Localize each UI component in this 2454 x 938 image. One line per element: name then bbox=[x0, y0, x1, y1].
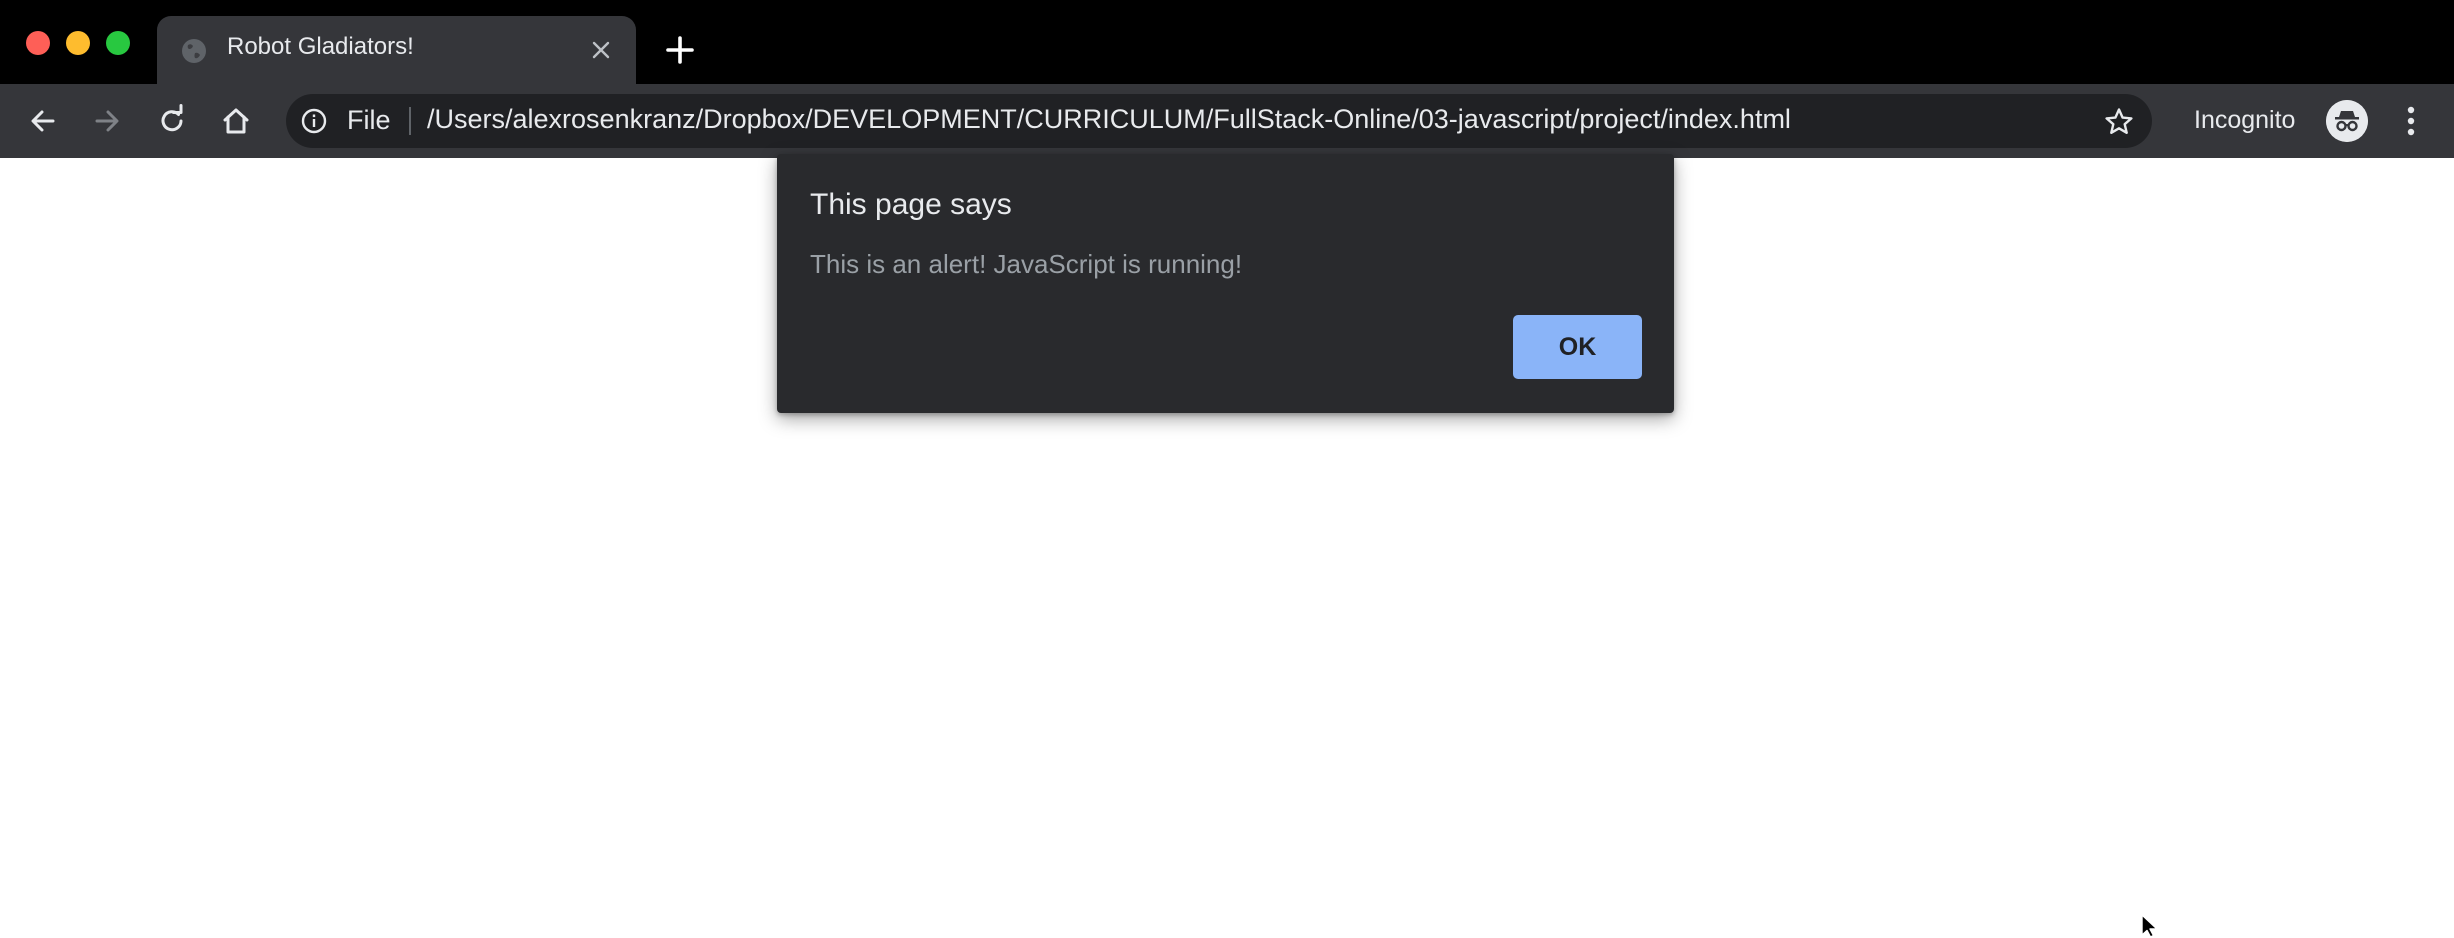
back-arrow-icon[interactable] bbox=[25, 103, 61, 139]
active-tab[interactable]: Robot Gladiators! bbox=[157, 16, 636, 84]
ok-button[interactable]: OK bbox=[1513, 315, 1642, 379]
close-window-button[interactable] bbox=[26, 31, 50, 55]
home-icon[interactable] bbox=[218, 103, 254, 139]
star-icon[interactable] bbox=[2103, 106, 2135, 138]
toolbar: File /Users/alexrosenkranz/Dropbox/DEVEL… bbox=[0, 84, 2454, 158]
scheme-label: File bbox=[347, 105, 391, 135]
incognito-icon[interactable] bbox=[2326, 100, 2368, 142]
close-icon[interactable] bbox=[589, 38, 613, 62]
minimize-window-button[interactable] bbox=[66, 31, 90, 55]
dialog-title: This page says bbox=[810, 188, 1012, 221]
globe-icon bbox=[182, 39, 206, 63]
browser-window: Robot Gladiators! File /Users/alexrosenk… bbox=[0, 0, 2454, 938]
reload-icon[interactable] bbox=[154, 103, 190, 139]
url-text[interactable]: /Users/alexrosenkranz/Dropbox/DEVELOPMEN… bbox=[427, 104, 1791, 135]
incognito-label[interactable]: Incognito bbox=[2194, 106, 2295, 135]
dialog-message: This is an alert! JavaScript is running! bbox=[810, 249, 1243, 279]
maximize-window-button[interactable] bbox=[106, 31, 130, 55]
forward-arrow-icon[interactable] bbox=[89, 103, 125, 139]
tab-strip: Robot Gladiators! bbox=[0, 0, 2454, 84]
plus-icon[interactable] bbox=[665, 35, 695, 65]
info-icon[interactable] bbox=[300, 107, 328, 135]
address-divider bbox=[409, 107, 411, 135]
address-bar[interactable]: File /Users/alexrosenkranz/Dropbox/DEVEL… bbox=[286, 94, 2152, 148]
alert-dialog: This page says This is an alert! JavaScr… bbox=[777, 154, 1674, 413]
mouse-cursor-icon bbox=[2141, 914, 2158, 938]
more-vert-icon[interactable] bbox=[2396, 101, 2426, 141]
tab-title: Robot Gladiators! bbox=[227, 33, 414, 60]
